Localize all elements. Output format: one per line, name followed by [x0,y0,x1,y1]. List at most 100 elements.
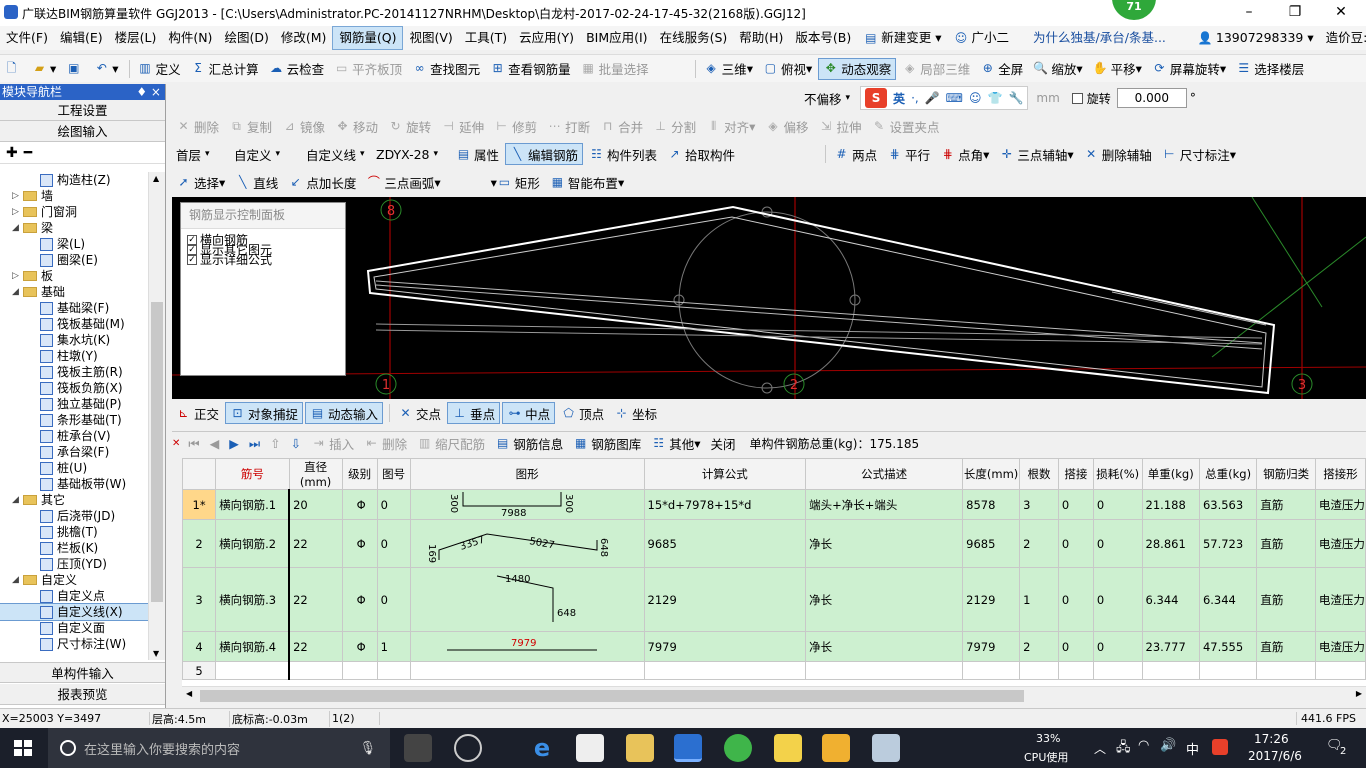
midpoint-snap-button[interactable]: ⊶ 中点 [502,402,556,424]
first-record-button[interactable]: ⏮ [184,433,203,455]
task-view-icon[interactable] [404,734,432,762]
tree-item[interactable]: ◢ 基础 [0,284,148,300]
cell-laptype[interactable]: 电渣压力 [1314,489,1366,520]
view-rebar-button[interactable]: ⊞ 查看钢筋量 [486,58,575,80]
cell-fig[interactable]: 0 [376,519,411,568]
cell-laptype[interactable]: 电渣压力 [1314,631,1366,662]
shirt-icon[interactable]: 👕 [988,91,1003,105]
break-button[interactable]: ⋯ 打断 [543,115,594,137]
subtype-select[interactable]: 自定义线 [302,144,372,164]
network-icon[interactable]: 🖧 [1116,738,1131,760]
mic-icon[interactable]: 🎤 [925,91,940,105]
cell-shape[interactable] [409,661,645,680]
tree-item[interactable]: 独立基础(P) [0,396,148,412]
tree-toggle-icon[interactable]: ▷ [10,204,21,220]
cell-desc[interactable] [805,661,964,680]
cell-cat[interactable] [1256,661,1316,680]
menu-floor[interactable]: 楼层(L) [109,26,163,50]
cell-lap[interactable] [1057,661,1094,680]
cell-loss[interactable]: 0 [1092,567,1143,632]
column-header[interactable]: 图形 [409,458,645,490]
restore-button[interactable]: ❐ [1272,0,1318,26]
hscroll-right-icon[interactable]: ▶ [1356,689,1362,698]
3d-button[interactable]: ◈ 三维 ▾ [700,58,757,80]
cell-name[interactable] [215,661,291,680]
rotate-input[interactable]: 0.000 [1116,88,1187,108]
cell-count[interactable]: 2 [1019,631,1059,662]
cost-beans[interactable]: 造价豆:0 [1320,26,1366,50]
undo-button[interactable]: ↶ ▾ [90,58,122,80]
dynamic-input-button[interactable]: ▤ 动态输入 [305,402,384,424]
tree-item[interactable]: 压顶(YD) [0,556,148,572]
rotate-button[interactable]: ↻ 旋转 [384,115,435,137]
summary-calc-button[interactable]: Σ 汇总计算 [187,58,263,80]
menu-edit[interactable]: 编辑(E) [54,26,109,50]
tree-toggle-icon[interactable]: ▷ [10,268,21,284]
column-header[interactable]: 级别 [341,458,378,490]
tree-item[interactable]: 后浇带(JD) [0,508,148,524]
copy-button[interactable]: ⧉ 复制 [225,115,276,137]
cell-loss[interactable]: 0 [1092,631,1143,662]
cell-loss[interactable]: 0 [1092,519,1143,568]
three-point-axis-button[interactable]: ✛ 三点辅轴 ▾ [995,143,1077,165]
cell-shape[interactable]: 7979 [409,631,645,662]
notes-app-icon[interactable] [774,734,802,762]
cell-laptype[interactable] [1314,661,1366,680]
minimize-button[interactable]: – [1226,0,1272,26]
cell-dia[interactable]: 22 [288,631,343,662]
move-up-button[interactable]: ⇧ [266,433,284,455]
keyboard-icon[interactable]: ⌨ [946,91,963,105]
menu-draw[interactable]: 绘图(D) [218,26,274,50]
ime-lang[interactable]: 英 [893,90,905,107]
cell-count[interactable] [1019,661,1059,680]
cell-unit[interactable]: 23.777 [1141,631,1200,662]
cell-fig[interactable] [376,661,411,680]
cell-grade[interactable] [341,661,378,680]
cell-desc[interactable]: 净长 [805,567,964,632]
save-button[interactable]: ▣ [62,58,88,80]
new-file-button[interactable]: 🗋 [0,58,26,80]
column-header[interactable]: 损耗(%) [1092,458,1143,490]
sogou-icon[interactable]: S [865,88,888,108]
align-slab-top-button[interactable]: ▭ 平齐板顶 [330,58,406,80]
cell-total[interactable]: 6.344 [1198,567,1258,632]
category-select[interactable]: 自定义 [230,144,302,164]
menu-new-change[interactable]: ▤ 新建变更 ▾ [857,26,947,50]
cell-lap[interactable]: 0 [1057,567,1094,632]
cell-count[interactable]: 1 [1019,567,1059,632]
table-row[interactable]: 2 横向钢筋.2 22 Φ 0 169 3357 5027 648 9685 净长 9685 2 0 0 28… [182,519,1366,568]
split-button[interactable]: ⊥ 分割 [649,115,700,137]
green-app-icon[interactable] [724,734,752,762]
select-floor-button[interactable]: ☰ 选择楼层 [1232,58,1308,80]
cell-formula[interactable]: 15*d+7978+15*d [643,489,807,520]
cloud-check-button[interactable]: ☁ 云检查 [265,58,329,80]
volume-icon[interactable]: 🔊 [1160,738,1176,753]
cell-dia[interactable] [288,661,343,680]
cell-grade[interactable]: Φ [341,489,378,520]
tree-item[interactable]: 桩(U) [0,460,148,476]
cell-laptype[interactable]: 电渣压力 [1314,519,1366,568]
pick-component-button[interactable]: ↗ 拾取构件 [663,143,739,165]
delete-button[interactable]: ✕ 删除 [172,115,223,137]
cell-cat[interactable]: 直筋 [1256,519,1316,568]
windows-start-icon[interactable] [14,740,32,756]
tree-item[interactable]: 筏板基础(M) [0,316,148,332]
tree-toggle-icon[interactable]: ◢ [10,492,21,508]
cell-laptype[interactable]: 电渣压力 [1314,567,1366,632]
menu-modify[interactable]: 修改(M) [275,26,333,50]
two-point-axis-button[interactable]: # 两点 [830,143,881,165]
coordinate-snap-button[interactable]: ⊹ 坐标 [610,402,661,424]
cell-shape[interactable]: 169 3357 5027 648 [409,519,645,568]
mirror-button[interactable]: ⊿ 镜像 [278,115,329,137]
hscroll-left-icon[interactable]: ◀ [186,689,192,698]
tree-item[interactable]: 梁(L) [0,236,148,252]
cell-total[interactable]: 63.563 [1198,489,1258,520]
component-code-select[interactable]: ZDYX-28 [372,144,452,164]
rebar-info-button[interactable]: ▤ 钢筋信息 [491,433,567,455]
menu-file[interactable]: 文件(F) [0,26,54,50]
ime-language[interactable]: 中 [1186,739,1199,758]
column-header[interactable]: 图号 [376,458,411,490]
cell-lap[interactable]: 0 [1057,519,1094,568]
cell-cat[interactable]: 直筋 [1256,489,1316,520]
cell-count[interactable]: 3 [1019,489,1059,520]
